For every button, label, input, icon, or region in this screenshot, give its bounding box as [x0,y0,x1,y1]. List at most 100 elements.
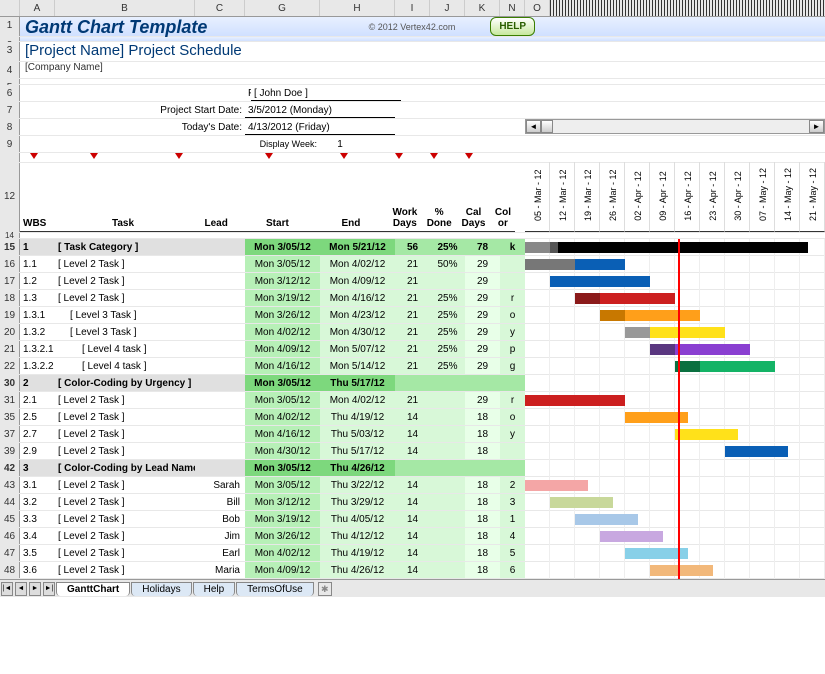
pctdone-cell[interactable]: 25% [430,239,465,255]
row-number[interactable]: 42 [0,460,20,476]
workdays-cell[interactable]: 14 [395,426,430,442]
row-number[interactable]: 48 [0,562,20,578]
pctdone-cell[interactable] [430,545,465,561]
lead-cell[interactable] [195,290,245,306]
task-cell[interactable]: [ Color-Coding by Urgency ] [55,375,195,391]
color-cell[interactable]: r [500,392,525,408]
table-row[interactable]: 473.5[ Level 2 Task ]EarlMon 4/02/12Thu … [0,545,825,562]
start-cell[interactable]: Mon 3/05/12 [245,392,320,408]
caldays-cell[interactable]: 18 [465,426,500,442]
table-row[interactable]: 433.1[ Level 2 Task ]SarahMon 3/05/12Thu… [0,477,825,494]
tab-nav-first[interactable]: |◄ [1,582,13,596]
start-cell[interactable]: Mon 3/05/12 [245,256,320,272]
col-letter[interactable]: K [465,0,500,16]
start-cell[interactable]: Mon 3/05/12 [245,375,320,391]
end-cell[interactable]: Mon 4/16/12 [320,290,395,306]
task-cell[interactable]: [ Task Category ] [55,239,195,255]
gantt-bar[interactable] [550,276,650,287]
caldays-cell[interactable] [465,375,500,391]
lead-cell[interactable] [195,341,245,357]
tab-nav-next[interactable]: ► [29,582,41,596]
pctdone-cell[interactable] [430,375,465,391]
row-number[interactable]: 22 [0,358,20,374]
workdays-cell[interactable] [395,460,430,476]
caldays-cell[interactable]: 29 [465,392,500,408]
row-number[interactable]: 17 [0,273,20,289]
gantt-bar[interactable] [625,327,650,338]
task-cell[interactable]: [ Level 2 Task ] [55,443,195,459]
task-cell[interactable]: [ Level 2 Task ] [55,477,195,493]
task-cell[interactable]: [ Level 2 Task ] [55,511,195,527]
pctdone-cell[interactable]: 25% [430,307,465,323]
lead-cell[interactable]: Jim [195,528,245,544]
caldays-cell[interactable]: 18 [465,494,500,510]
start-cell[interactable]: Mon 4/16/12 [245,358,320,374]
scroll-right-button[interactable]: ► [809,120,824,133]
workdays-cell[interactable]: 21 [395,324,430,340]
gantt-scrollbar[interactable]: ◄ ► [525,119,825,134]
caldays-cell[interactable]: 29 [465,358,500,374]
project-start-value[interactable]: 3/5/2012 (Monday) [245,102,395,118]
workdays-cell[interactable]: 14 [395,494,430,510]
caldays-cell[interactable]: 18 [465,545,500,561]
workdays-cell[interactable]: 21 [395,273,430,289]
pctdone-cell[interactable] [430,392,465,408]
color-cell[interactable] [500,460,525,476]
pctdone-cell[interactable] [430,477,465,493]
table-row[interactable]: 312.1[ Level 2 Task ]Mon 3/05/12Mon 4/02… [0,392,825,409]
end-cell[interactable]: Thu 3/29/12 [320,494,395,510]
wbs-cell[interactable]: 1.3 [20,290,55,306]
table-row[interactable]: 463.4[ Level 2 Task ]JimMon 3/26/12Thu 4… [0,528,825,545]
end-cell[interactable]: Thu 4/19/12 [320,545,395,561]
wbs-cell[interactable]: 3.3 [20,511,55,527]
col-letter[interactable]: A [20,0,55,16]
workdays-cell[interactable]: 21 [395,256,430,272]
pctdone-cell[interactable]: 25% [430,324,465,340]
start-cell[interactable]: Mon 4/16/12 [245,426,320,442]
end-cell[interactable]: Thu 4/05/12 [320,511,395,527]
workdays-cell[interactable]: 14 [395,528,430,544]
display-week-value[interactable]: 1 [320,136,360,152]
end-cell[interactable]: Mon 4/30/12 [320,324,395,340]
color-cell[interactable]: 2 [500,477,525,493]
col-header-caldays[interactable]: Cal Days [456,207,490,232]
end-cell[interactable]: Thu 5/17/12 [320,375,395,391]
wbs-cell[interactable]: 2.7 [20,426,55,442]
pctdone-cell[interactable] [430,273,465,289]
lead-cell[interactable]: Maria [195,562,245,578]
col-letter[interactable]: I [395,0,430,16]
wbs-cell[interactable]: 2.5 [20,409,55,425]
col-letter[interactable]: C [195,0,245,16]
gantt-bar[interactable] [725,446,788,457]
wbs-cell[interactable]: 2.9 [20,443,55,459]
gantt-bar[interactable] [558,242,808,253]
workdays-cell[interactable]: 14 [395,545,430,561]
col-letter[interactable]: G [245,0,320,16]
end-cell[interactable]: Mon 4/02/12 [320,256,395,272]
col-letter[interactable]: N [500,0,525,16]
start-cell[interactable]: Mon 3/19/12 [245,290,320,306]
workdays-cell[interactable]: 14 [395,409,430,425]
gantt-bar[interactable] [575,514,638,525]
col-header-lead[interactable]: Lead [192,218,241,232]
col-letter[interactable]: B [55,0,195,16]
wbs-cell[interactable]: 2 [20,375,55,391]
row-number[interactable]: 16 [0,256,20,272]
color-cell[interactable]: o [500,409,525,425]
workdays-cell[interactable]: 14 [395,511,430,527]
table-row[interactable]: 352.5[ Level 2 Task ]Mon 4/02/12Thu 4/19… [0,409,825,426]
gantt-bar[interactable] [650,565,713,576]
caldays-cell[interactable]: 29 [465,341,500,357]
caldays-cell[interactable]: 29 [465,324,500,340]
caldays-cell[interactable]: 18 [465,477,500,493]
task-cell[interactable]: [ Level 3 Task ] [55,307,195,323]
end-cell[interactable]: Mon 4/23/12 [320,307,395,323]
start-cell[interactable]: Mon 3/05/12 [245,477,320,493]
gantt-bar[interactable] [575,293,600,304]
wbs-cell[interactable]: 3.6 [20,562,55,578]
table-row[interactable]: 453.3[ Level 2 Task ]BobMon 3/19/12Thu 4… [0,511,825,528]
table-row[interactable]: 483.6[ Level 2 Task ]MariaMon 4/09/12Thu… [0,562,825,579]
gantt-bar[interactable] [550,242,558,253]
col-header-end[interactable]: End [314,218,388,232]
row-number[interactable]: 44 [0,494,20,510]
